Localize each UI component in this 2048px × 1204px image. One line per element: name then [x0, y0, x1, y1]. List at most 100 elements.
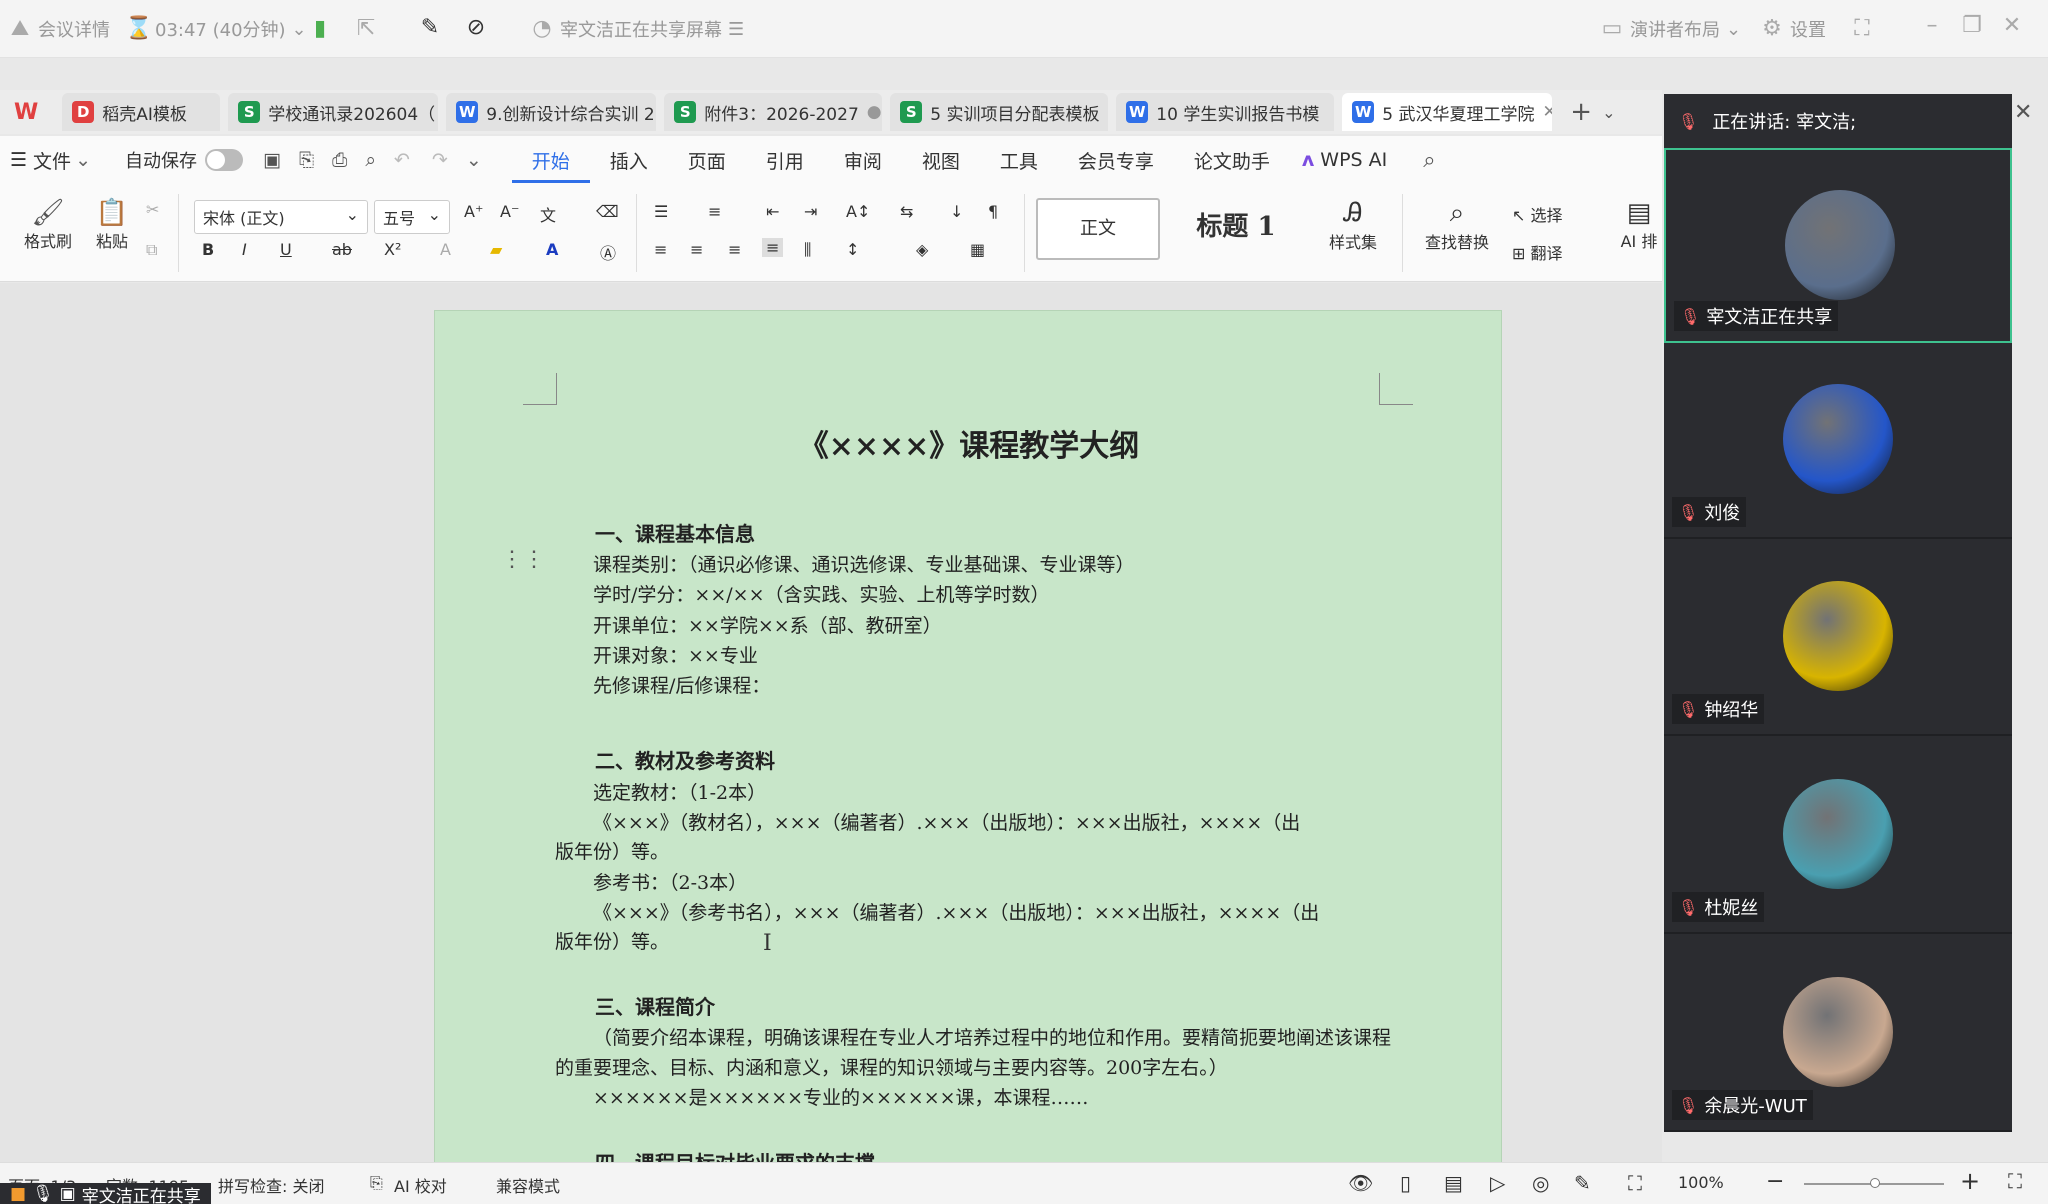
menu-thesis[interactable]: 论文助手 — [1174, 147, 1290, 174]
settings-button[interactable]: ⚙ 设置 — [1760, 16, 1826, 42]
menu-member[interactable]: 会员专享 — [1058, 147, 1174, 174]
export-icon[interactable]: ⎘ — [299, 149, 314, 171]
print-icon[interactable]: ⎙ — [332, 149, 347, 171]
bold-icon[interactable]: B — [202, 240, 214, 259]
search-icon[interactable]: ⌕ — [1423, 148, 1435, 173]
menu-insert[interactable]: 插入 — [590, 147, 668, 174]
zoom-slider[interactable] — [1804, 1178, 1944, 1188]
italic-icon[interactable]: I — [242, 240, 247, 259]
style-set-button[interactable]: Ꭿ 样式集 — [1318, 198, 1388, 253]
decrease-font-icon[interactable]: A⁻ — [500, 202, 519, 221]
menu-view[interactable]: 视图 — [902, 147, 980, 174]
font-family-select[interactable]: 宋体 (正文) ⌄ — [194, 200, 368, 234]
find-replace-button[interactable]: ⌕ 查找替换 — [1414, 198, 1500, 253]
fit-page-icon[interactable]: ⛶ — [1628, 1171, 1642, 1195]
print-preview-icon[interactable]: ⌕ — [365, 149, 376, 171]
increase-indent-icon[interactable]: ⇥ — [804, 202, 817, 221]
play-icon[interactable]: ▷ — [1490, 1171, 1505, 1195]
menu-reference[interactable]: 引用 — [746, 147, 824, 174]
outline-view-icon[interactable]: ▤ — [1444, 1171, 1463, 1195]
align-left-icon[interactable]: ≡ — [654, 240, 667, 259]
signal-icon[interactable]: ▮ — [308, 17, 332, 41]
align-center-icon[interactable]: ≡ — [690, 240, 703, 259]
hide-view-icon[interactable]: ⊘ — [464, 16, 488, 40]
document-page[interactable]: 《××××》课程教学大纲 一、课程基本信息 课程类别：（通识必修课、通识选修课、专… — [434, 310, 1502, 1175]
decrease-indent-icon[interactable]: ⇤ — [766, 202, 779, 221]
tab-design[interactable]: W 9.创新设计综合实训 2 — [446, 93, 657, 131]
zoom-level[interactable]: 100% — [1678, 1173, 1724, 1192]
highlight-icon[interactable]: ▰ — [490, 240, 502, 259]
sort-swap-icon[interactable]: ⇆ — [900, 202, 913, 221]
tab-attachment3[interactable]: S 附件3：2026-2027 ● — [664, 93, 883, 131]
tab-active-doc[interactable]: W 5 武汉华夏理工学院 ✕ — [1342, 93, 1553, 131]
tab-project-table[interactable]: S 5 实训项目分配表模板 — [890, 93, 1109, 131]
chevron-down-icon[interactable]: ⌄ — [466, 149, 482, 171]
fullscreen-icon[interactable]: ⛶ — [2008, 1169, 2022, 1193]
meeting-timer[interactable]: ⌛ 03:47 (40分钟) ⌄ — [125, 16, 307, 42]
zoom-in-icon[interactable]: + — [1960, 1167, 1980, 1195]
annotate-off-icon[interactable]: ✎ — [418, 16, 442, 40]
spellcheck-status[interactable]: 拼写检查: 关闭 — [218, 1173, 324, 1197]
paste-button[interactable]: 📋 粘贴 — [84, 198, 140, 252]
drag-handle-icon[interactable]: ⋮⋮ — [501, 547, 545, 572]
line-spacing-icon[interactable]: ↕ — [846, 240, 859, 259]
chevron-down-icon[interactable]: ⌄ — [1602, 103, 1615, 122]
pen-icon[interactable]: ✎ — [1574, 1171, 1591, 1195]
zoom-out-icon[interactable]: − — [1766, 1169, 1784, 1194]
menu-tools[interactable]: 工具 — [980, 147, 1058, 174]
close-tab-icon[interactable]: ✕ — [1543, 102, 1553, 122]
eye-icon[interactable]: 👁 — [1348, 1171, 1373, 1195]
save-icon[interactable]: ▣ — [263, 149, 281, 171]
eraser-icon[interactable]: ⌫ — [596, 202, 619, 221]
wps-logo-icon[interactable]: W — [14, 100, 38, 125]
fullscreen-icon[interactable]: ⛶ — [1850, 17, 1874, 41]
ai-layout-button[interactable]: ▤ AI 排 — [1616, 198, 1662, 252]
hamburger-icon[interactable]: ☰ — [10, 149, 27, 171]
participant-tile[interactable]: 🎙 杜妮丝 — [1664, 739, 2012, 934]
show-marks-icon[interactable]: ¶ — [988, 202, 998, 221]
web-view-icon[interactable]: ◎ — [1532, 1171, 1549, 1195]
participant-tile[interactable]: 🎙 余晨光-WUT — [1664, 937, 2012, 1132]
translate-button[interactable]: ⊞ 翻译 — [1512, 240, 1563, 264]
numbered-list-icon[interactable]: ≡ — [708, 202, 721, 221]
autosave-toggle[interactable] — [204, 149, 243, 171]
justify-icon[interactable]: ≡ — [762, 238, 784, 257]
cut-icon[interactable]: ✂ — [146, 200, 159, 219]
font-color-icon[interactable]: A — [546, 240, 558, 259]
align-right-icon[interactable]: ≡ — [728, 240, 741, 259]
presenter-layout-button[interactable]: ▭ 演讲者布局 ⌄ — [1600, 16, 1742, 42]
phonetic-icon[interactable]: 文 — [540, 202, 556, 226]
new-tab-icon[interactable]: + — [1570, 97, 1592, 127]
text-effect-icon[interactable]: A — [440, 240, 451, 259]
style-normal[interactable]: 正文 — [1036, 198, 1160, 260]
underline-icon[interactable]: U — [280, 240, 292, 259]
close-panel-icon[interactable]: ✕ — [2014, 100, 2032, 125]
copy-icon[interactable]: ⧉ — [146, 240, 157, 260]
bullet-list-icon[interactable]: ☰ — [654, 202, 668, 221]
ai-check-button[interactable]: AI 校对 — [394, 1173, 447, 1197]
close-icon[interactable]: ✕ — [2000, 14, 2024, 38]
page-view-icon[interactable]: ▯ — [1400, 1171, 1411, 1195]
borders-icon[interactable]: ▦ — [970, 240, 985, 259]
format-painter-button[interactable]: 🖌 格式刷 — [20, 198, 76, 252]
restore-icon[interactable]: ❐ — [1960, 14, 1984, 38]
menu-home[interactable]: 开始 — [511, 138, 590, 183]
undo-icon[interactable]: ↶ — [394, 149, 410, 171]
menu-wps-ai[interactable]: WPS AI — [1320, 149, 1387, 171]
select-button[interactable]: ↖ 选择 — [1512, 202, 1563, 226]
minimize-icon[interactable]: – — [1920, 14, 1944, 38]
menu-file[interactable]: 文件 — [33, 147, 71, 174]
tab-daoke[interactable]: D 稻壳AI模板 — [62, 93, 221, 131]
tab-report[interactable]: W 10 学生实训报告书模 — [1116, 93, 1335, 131]
superscript-icon[interactable]: X² — [384, 240, 401, 259]
redo-icon[interactable]: ↷ — [432, 149, 448, 171]
participant-tile[interactable]: 🎙 宰文洁正在共享 — [1664, 148, 2012, 343]
menu-page[interactable]: 页面 — [668, 147, 746, 174]
strikethrough-icon[interactable]: ab — [332, 240, 352, 259]
distribute-icon[interactable]: ⫼ — [804, 240, 811, 260]
participant-tile[interactable]: 🎙 钟绍华 — [1664, 541, 2012, 736]
sharing-status[interactable]: ◔ 宰文洁正在共享屏幕 ☰ — [530, 16, 744, 42]
text-direction-icon[interactable]: A↕ — [846, 202, 870, 221]
increase-font-icon[interactable]: A⁺ — [464, 202, 483, 221]
participant-tile[interactable]: 🎙 刘俊 — [1664, 344, 2012, 539]
